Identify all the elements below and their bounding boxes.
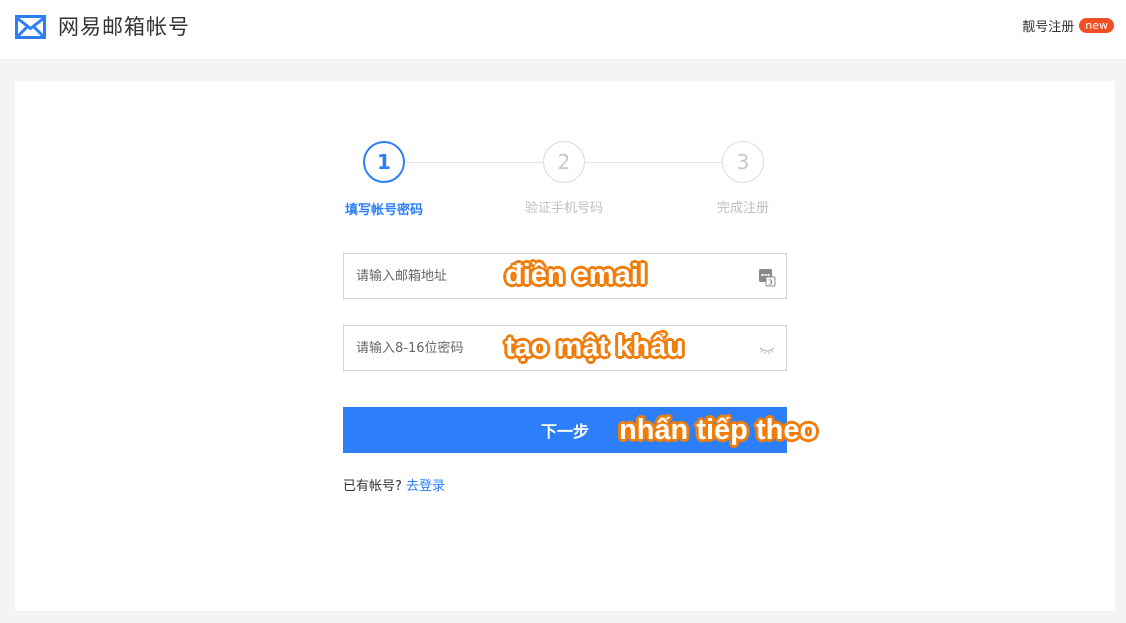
step-1-circle: 1: [363, 141, 405, 183]
step-connector: [585, 162, 722, 163]
premium-register-label: 靓号注册: [1022, 20, 1075, 35]
premium-register-link[interactable]: 靓号注册 new: [1022, 16, 1114, 35]
svg-text:3: 3: [768, 279, 772, 287]
step-connector: [406, 162, 543, 163]
step-3-label: 完成注册: [716, 201, 769, 216]
step-1-label: 填写帐号密码: [344, 203, 423, 218]
login-row: 已有帐号? 去登录: [343, 475, 445, 494]
step-2-label: 验证手机号码: [524, 201, 603, 216]
step-3-circle: 3: [722, 141, 764, 183]
new-badge: new: [1079, 18, 1114, 33]
step-2-circle: 2: [543, 141, 585, 183]
contact-card-icon[interactable]: 3: [758, 267, 776, 287]
eye-closed-icon[interactable]: [758, 339, 776, 359]
annotation-email: điền email: [505, 259, 647, 291]
logo-text: 网易邮箱帐号: [58, 15, 190, 39]
top-header: 网易邮箱帐号 靓号注册 new: [0, 0, 1126, 59]
step-indicator: 1 2 3 填写帐号密码 验证手机号码 完成注册: [15, 81, 1115, 221]
annotation-next: nhấn tiếp theo: [619, 414, 818, 446]
mail-envelope-icon: [15, 15, 46, 39]
annotation-password: tạo mật khẩu: [505, 331, 684, 363]
login-prompt: 已有帐号?: [343, 479, 402, 494]
logo[interactable]: 网易邮箱帐号: [15, 15, 190, 39]
go-login-link[interactable]: 去登录: [406, 479, 445, 494]
